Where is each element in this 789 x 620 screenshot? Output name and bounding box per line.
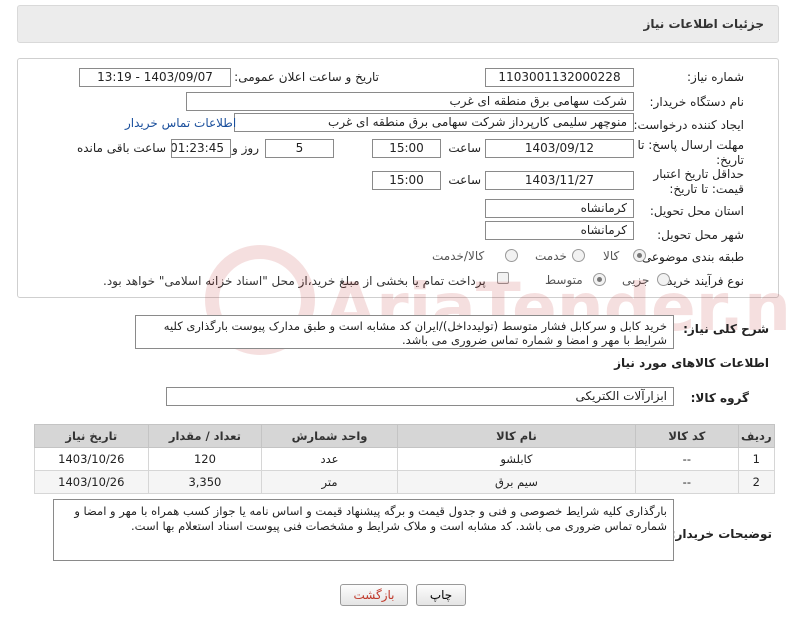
category-service-label: خدمت [535, 249, 567, 263]
process-type-label: نوع فرآیند خرید : [659, 274, 744, 288]
announce-date-field: 1403/09/07 - 13:19 [79, 68, 231, 87]
process-medium-radio[interactable] [593, 273, 606, 286]
process-medium-label: متوسط [545, 273, 583, 287]
buyer-notes-label: توضیحات خریدار: [670, 527, 772, 541]
table-row: 2 -- سیم برق متر 3,350 1403/10/26 [34, 470, 776, 494]
cell-unit: عدد [261, 447, 398, 471]
cell-goods-name: سیم برق [396, 470, 637, 494]
col-row-number: ردیف [737, 424, 776, 448]
treasury-payment-note: پرداخت تمام یا بخشی از مبلغ خرید،از محل … [103, 274, 486, 288]
category-label: طبقه بندی موضوعی: [637, 250, 744, 264]
cell-goods-name: کابلشو [396, 447, 637, 471]
price-validity-date-field: 1403/11/27 [485, 171, 634, 190]
cell-goods-code: -- [635, 470, 739, 494]
announce-date-label: تاریخ و ساعت اعلان عمومی: [234, 70, 379, 84]
col-need-date: تاریخ نیاز [34, 424, 149, 448]
cell-row-number: 2 [737, 470, 776, 494]
treasury-payment-checkbox[interactable] [497, 272, 509, 284]
need-number-field: 1103001132000228 [485, 68, 634, 87]
time-remaining-field: 01:23:45 [171, 139, 231, 158]
page-title: جزئیات اطلاعات نیاز [643, 17, 764, 31]
city-field: کرمانشاه [485, 221, 634, 240]
cell-need-date: 1403/10/26 [34, 447, 149, 471]
description-textarea[interactable]: خرید کابل و سرکابل فشار متوسط (تولیدداخل… [135, 315, 674, 349]
page-header: جزئیات اطلاعات نیاز [17, 5, 779, 43]
goods-table: ردیف کد کالا نام کالا واحد شمارش تعداد /… [34, 424, 776, 494]
back-button[interactable]: بازگشت [340, 584, 408, 606]
buyer-contact-link[interactable]: اطلاعات تماس خریدار [125, 116, 236, 130]
province-field: کرمانشاه [485, 199, 634, 218]
deadline-label: مهلت ارسال پاسخ: تا تاریخ: [637, 138, 744, 167]
days-remaining-field: 5 [265, 139, 334, 158]
col-goods-name: نام کالا [396, 424, 637, 448]
process-minor-radio[interactable] [657, 273, 670, 286]
deadline-time-field: 15:00 [372, 139, 441, 158]
creator-label: ایجاد کننده درخواست: [633, 118, 744, 132]
cell-need-date: 1403/10/26 [34, 470, 149, 494]
col-goods-code: کد کالا [635, 424, 739, 448]
table-row: 1 -- کابلشو عدد 120 1403/10/26 [34, 447, 776, 471]
province-label: استان محل تحویل: [649, 204, 744, 218]
process-minor-label: جزیی [622, 273, 650, 287]
goods-group-field: ابزارآلات الکتریکی [166, 387, 674, 406]
goods-section-title: اطلاعات کالاهای مورد نیاز [614, 356, 769, 370]
buyer-org-field: شرکت سهامی برق منطقه ای غرب [186, 92, 634, 111]
need-number-label: شماره نیاز: [687, 70, 744, 84]
creator-field: منوچهر سلیمی کارپرداز شرکت سهامی برق منط… [234, 113, 634, 132]
cell-quantity: 3,350 [147, 470, 263, 494]
price-validity-time-label: ساعت [448, 173, 481, 187]
cell-quantity: 120 [147, 447, 263, 471]
buyer-notes-textarea[interactable]: بارگذاری کلیه شرایط خصوصی و فنی و جدول ق… [53, 499, 674, 561]
print-button[interactable]: چاپ [416, 584, 466, 606]
cell-row-number: 1 [737, 447, 776, 471]
category-goods-radio[interactable] [633, 249, 646, 262]
cell-unit: متر [261, 470, 398, 494]
goods-group-label: گروه کالا: [690, 391, 749, 405]
deadline-date-field: 1403/09/12 [485, 139, 634, 158]
category-goods-label: کالا [603, 249, 620, 263]
time-remaining-label: ساعت باقی مانده [76, 141, 166, 155]
cell-goods-code: -- [635, 447, 739, 471]
price-validity-label: حداقل تاریخ اعتبار قیمت: تا تاریخ: [653, 167, 744, 196]
price-validity-time-field: 15:00 [372, 171, 441, 190]
category-goods-service-radio[interactable] [505, 249, 518, 262]
goods-table-header: ردیف کد کالا نام کالا واحد شمارش تعداد /… [34, 424, 776, 448]
description-label: شرح کلی نیاز: [683, 322, 769, 336]
days-label: روز و [232, 141, 259, 155]
deadline-time-label: ساعت [448, 141, 481, 155]
col-quantity: تعداد / مقدار [147, 424, 263, 448]
city-label: شهر محل تحویل: [657, 228, 744, 242]
col-unit: واحد شمارش [261, 424, 398, 448]
category-goods-service-label: کالا/خدمت [432, 249, 485, 263]
buyer-org-label: نام دستگاه خریدار: [649, 95, 745, 109]
category-service-radio[interactable] [572, 249, 585, 262]
